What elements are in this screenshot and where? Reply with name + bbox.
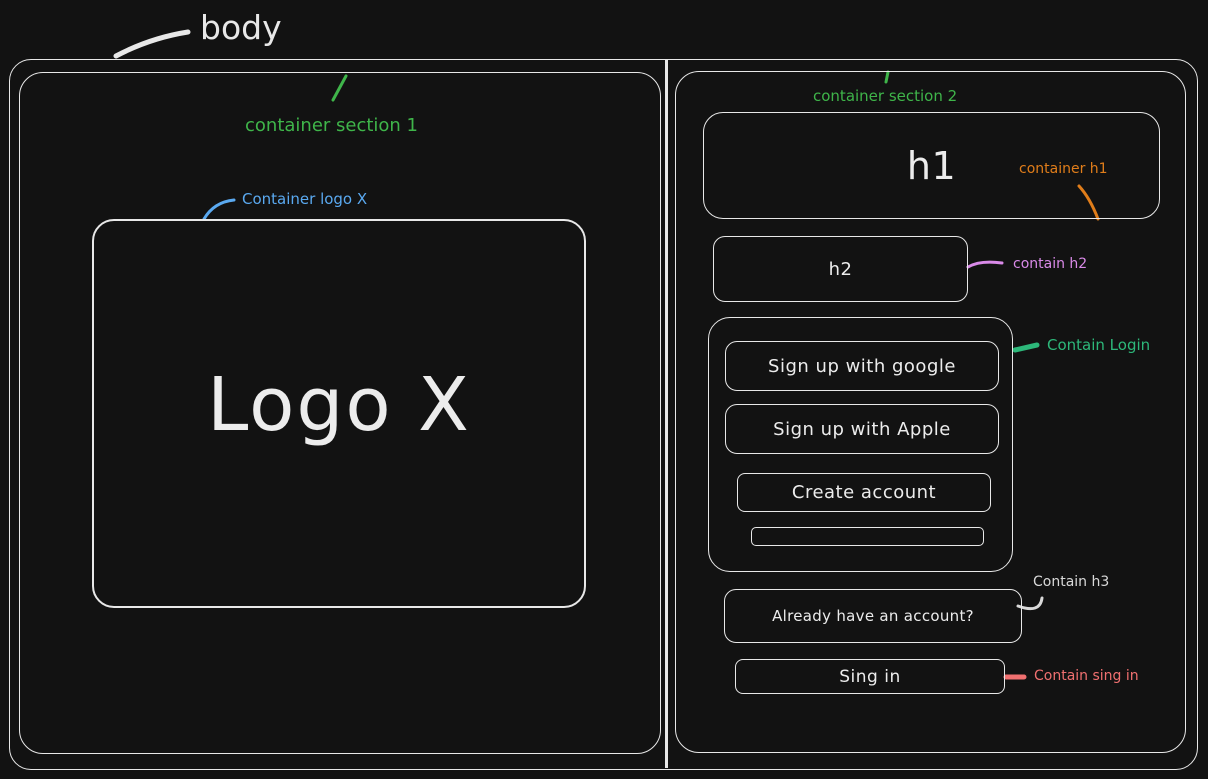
container-h2: h2 xyxy=(713,236,968,302)
container-h1: h1 xyxy=(703,112,1160,219)
body-pointer xyxy=(113,29,191,59)
h1-text: h1 xyxy=(906,143,957,188)
create-account-button[interactable]: Create account xyxy=(737,473,991,512)
wireframe-canvas: body container section 1 Container logo … xyxy=(0,0,1208,779)
h3-text: Already have an account? xyxy=(772,607,974,625)
logo-text: Logo X xyxy=(207,361,471,448)
body-label: body xyxy=(200,8,282,47)
create-account-label: Create account xyxy=(791,482,937,503)
container-logo: Logo X xyxy=(92,219,586,608)
google-signup-label: Sign up with google xyxy=(768,355,956,377)
google-signup-button[interactable]: Sign up with google xyxy=(725,341,999,391)
container-h3: Already have an account? xyxy=(724,589,1022,643)
sign-in-button[interactable]: Sing in xyxy=(735,659,1005,694)
apple-signup-button[interactable]: Sign up with Apple xyxy=(725,404,999,454)
login-empty-field[interactable] xyxy=(751,527,984,546)
h2-text: h2 xyxy=(828,258,853,280)
section-divider xyxy=(665,60,668,768)
sign-in-label: Sing in xyxy=(839,666,901,687)
apple-signup-label: Sign up with Apple xyxy=(773,418,951,440)
